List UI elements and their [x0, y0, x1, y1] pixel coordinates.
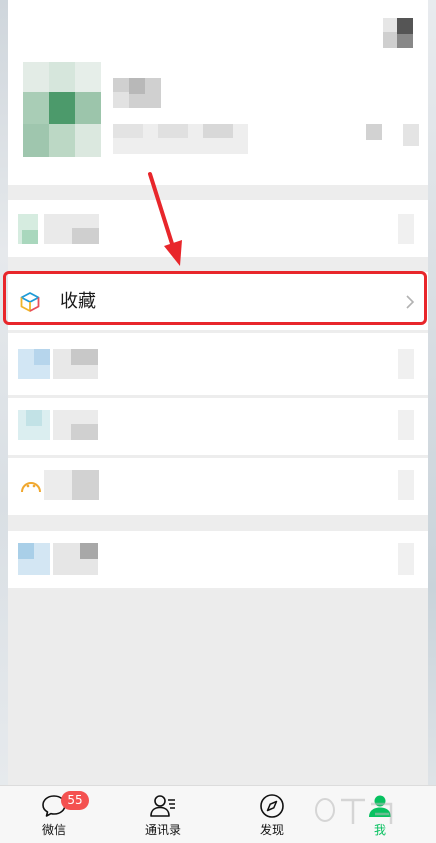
pixelated-row-label [44, 214, 99, 244]
profile-header[interactable] [8, 0, 428, 185]
menu-row-blurred-3[interactable] [8, 398, 428, 455]
pixelated-row-chevron [398, 543, 414, 575]
menu-row-blurred-5[interactable] [8, 531, 428, 588]
watermark-logo [315, 798, 393, 824]
smiley-icon [21, 482, 41, 493]
pixelated-row-chevron [398, 349, 414, 379]
pixelated-row-icon [18, 543, 50, 575]
tab-label: 发现 [259, 823, 284, 837]
pixelated-row-icon [18, 410, 50, 440]
contacts-icon [150, 795, 175, 817]
menu-row-blurred-2[interactable] [8, 333, 428, 395]
pixelated-chevron [403, 124, 419, 146]
avatar[interactable] [23, 62, 101, 157]
pixelated-row-label [53, 410, 98, 440]
tab-wechat[interactable]: 55 微信 [9, 786, 99, 843]
tab-label: 微信 [41, 823, 66, 837]
annotation-arrow [148, 172, 182, 266]
pixelated-qr-icon [383, 18, 413, 48]
tab-contacts[interactable]: 通讯录 [118, 786, 208, 843]
pixelated-row-chevron [398, 410, 414, 440]
pixelated-row-chevron [398, 214, 414, 244]
pixelated-nickname [113, 78, 161, 108]
pixelated-row-label [53, 349, 98, 379]
annotation-highlight-box [3, 271, 427, 325]
pixelated-row-label [53, 543, 98, 575]
compass-icon [260, 794, 284, 818]
pixelated-qr-mini-icon [366, 124, 382, 140]
tab-discover[interactable]: 发现 [227, 786, 317, 843]
pixelated-row-label [44, 470, 99, 500]
empty-area [8, 590, 428, 785]
pixelated-row-icon [18, 349, 50, 379]
tab-label: 通讯录 [144, 823, 181, 837]
menu-row-blurred-1[interactable] [8, 200, 428, 257]
unread-badge: 55 [61, 791, 89, 810]
pixelated-row-chevron [398, 470, 414, 500]
background-edge-right [428, 0, 436, 842]
pixelated-account-id [113, 124, 248, 154]
pixelated-row-icon [18, 214, 38, 244]
menu-row-blurred-4[interactable] [8, 458, 428, 515]
background-edge-left [0, 0, 8, 842]
